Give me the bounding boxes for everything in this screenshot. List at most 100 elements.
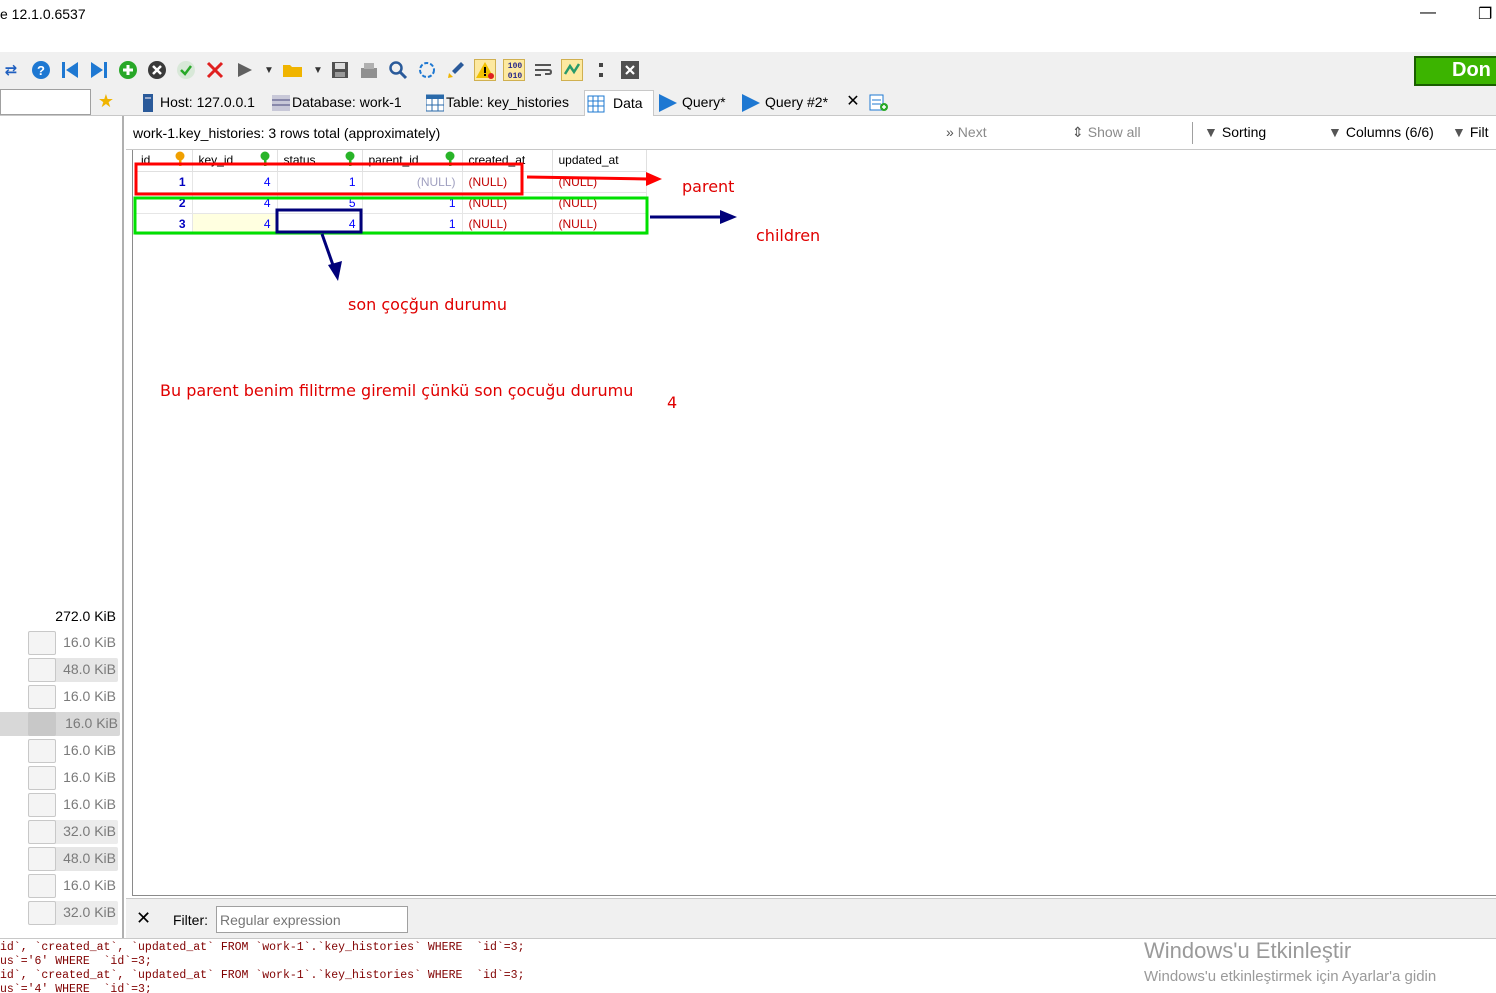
clear-brush-icon[interactable] [445,59,467,81]
insert-row-icon[interactable] [117,59,139,81]
tree-filter-box[interactable] [0,89,92,116]
done-button[interactable]: Don [1414,56,1496,86]
last-record-icon[interactable] [88,59,110,81]
save-as-icon[interactable] [358,59,380,81]
table-size-row[interactable]: 16.0 KiB [28,631,116,655]
new-query-tab-icon[interactable] [867,91,889,113]
column-header-key-id[interactable]: key_id [192,150,278,172]
column-title: status [283,153,316,168]
replace-icon[interactable] [416,59,438,81]
watermark-subtitle: Windows'u etkinleştirmek için Ayarlar'a … [1144,968,1437,985]
run-query-icon[interactable] [233,59,255,81]
columns-label: Columns (6/6) [1345,124,1434,140]
tab-host[interactable]: Host: 127.0.0.1 [138,90,255,116]
grid-cell[interactable]: (NULL) [362,171,463,193]
search-icon[interactable] [387,59,409,81]
table-row[interactable]: 3 4 4 1 (NULL) (NULL) [135,213,647,235]
column-header-status[interactable]: status [277,150,363,172]
first-record-icon[interactable] [59,59,81,81]
column-title: id [141,153,151,168]
table-row[interactable]: 1 4 1 (NULL) (NULL) (NULL) [135,171,647,193]
table-size-row[interactable]: 16.0 KiB [28,874,116,898]
grid-cell[interactable]: (NULL) [552,213,647,235]
cancel-changes-icon[interactable] [204,59,226,81]
play-icon [658,94,677,112]
grid-cell[interactable]: 2 [135,192,193,214]
column-title: key_id [198,153,234,168]
close-tab-icon[interactable] [619,59,641,81]
columns-button[interactable]: ▼ Columns (6/6) [1328,124,1434,140]
table-icon [425,94,445,112]
grid-icon [587,95,605,113]
column-header-updated-at[interactable]: updated_at [552,150,647,172]
play-icon [741,94,760,112]
table-size-row[interactable]: 48.0 KiB [28,847,118,871]
table-row[interactable]: 2 4 5 1 (NULL) (NULL) [135,192,647,214]
filter-button[interactable]: ▼ Filt [1452,124,1489,140]
grid-cell[interactable]: (NULL) [552,192,647,214]
folder-dropdown-icon[interactable]: ▼ [307,59,329,81]
tab-query-2[interactable]: Query #2* [739,90,828,116]
close-query-tab-icon[interactable]: ✕ [842,90,864,112]
reconnect-icon[interactable]: ⇄ [0,59,22,81]
delete-row-icon[interactable] [146,59,168,81]
auto-refresh-icon[interactable] [561,59,583,81]
grid-cell[interactable]: (NULL) [462,213,553,235]
table-size-row[interactable]: 48.0 KiB [28,658,118,682]
data-grid[interactable]: id key_id status parent_id created_at up… [135,150,647,235]
wrap-text-icon[interactable] [532,59,554,81]
open-folder-icon[interactable] [282,59,304,81]
column-header-id[interactable]: id [135,150,193,172]
close-filter-icon[interactable]: ✕ [136,908,151,929]
table-size-row[interactable]: 16.0 KiB [28,685,116,709]
svg-text:010: 010 [508,72,523,80]
grid-cell[interactable]: 1 [362,192,463,214]
data-grid-area[interactable]: id key_id status parent_id created_at up… [132,150,1496,896]
table-size-row[interactable]: 16.0 KiB [28,766,116,790]
column-header-created-at[interactable]: created_at [462,150,553,172]
show-all-label: Show all [1087,124,1141,140]
table-size-row-selected[interactable]: 16.0 KiB [0,712,120,736]
table-size-row[interactable]: 16.0 KiB [28,739,116,763]
grid-cell[interactable]: 4 [192,171,278,193]
warnings-icon[interactable] [474,59,496,81]
tab-database[interactable]: Database: work-1 [270,90,402,116]
grid-cell[interactable]: (NULL) [462,171,553,193]
table-size-row[interactable]: 16.0 KiB [28,793,116,817]
funnel-icon: ▼ [1204,124,1218,140]
tab-query-1[interactable]: Query* [656,90,726,116]
column-header-parent-id[interactable]: parent_id [362,150,463,172]
favorites-star-icon[interactable]: ★ [95,90,117,112]
grid-cell[interactable]: 4 [192,213,278,235]
tab-data[interactable]: Data [584,90,654,116]
help-icon[interactable]: ? [30,59,52,81]
filter-label: Filt [1469,124,1489,140]
post-changes-icon[interactable] [175,59,197,81]
server-icon [140,94,156,112]
sorting-button[interactable]: ▼ Sorting [1204,124,1266,140]
size-value: 16.0 KiB [63,796,116,812]
funnel-icon: ▼ [1452,124,1466,140]
filter-input[interactable] [216,906,408,933]
tab-table[interactable]: Table: key_histories [424,90,569,116]
table-size-row[interactable]: 32.0 KiB [28,901,118,925]
grid-cell[interactable]: 3 [135,213,193,235]
grid-cell[interactable]: (NULL) [552,171,647,193]
binary-mode-icon[interactable]: 100 010 [503,59,525,81]
minimize-button[interactable]: — [1420,4,1436,22]
save-icon[interactable] [329,59,351,81]
grid-cell[interactable]: 4 [192,192,278,214]
database-tree-panel[interactable]: 272.0 KiB 16.0 KiB 48.0 KiB 16.0 KiB 16.… [0,116,124,938]
grid-cell-focused[interactable]: 4 [277,213,363,235]
more-options-icon[interactable] [590,59,612,81]
restore-button[interactable]: ❐ [1478,4,1492,24]
grid-cell[interactable]: 1 [277,171,363,193]
table-size-row[interactable]: 32.0 KiB [28,820,118,844]
grid-cell[interactable]: 1 [135,171,193,193]
show-all-button[interactable]: ⇕ Show all [1072,124,1141,141]
run-dropdown-icon[interactable]: ▼ [258,59,280,81]
grid-cell[interactable]: 1 [362,213,463,235]
grid-cell[interactable]: 5 [277,192,363,214]
next-button[interactable]: » Next [946,124,987,140]
grid-cell[interactable]: (NULL) [462,192,553,214]
